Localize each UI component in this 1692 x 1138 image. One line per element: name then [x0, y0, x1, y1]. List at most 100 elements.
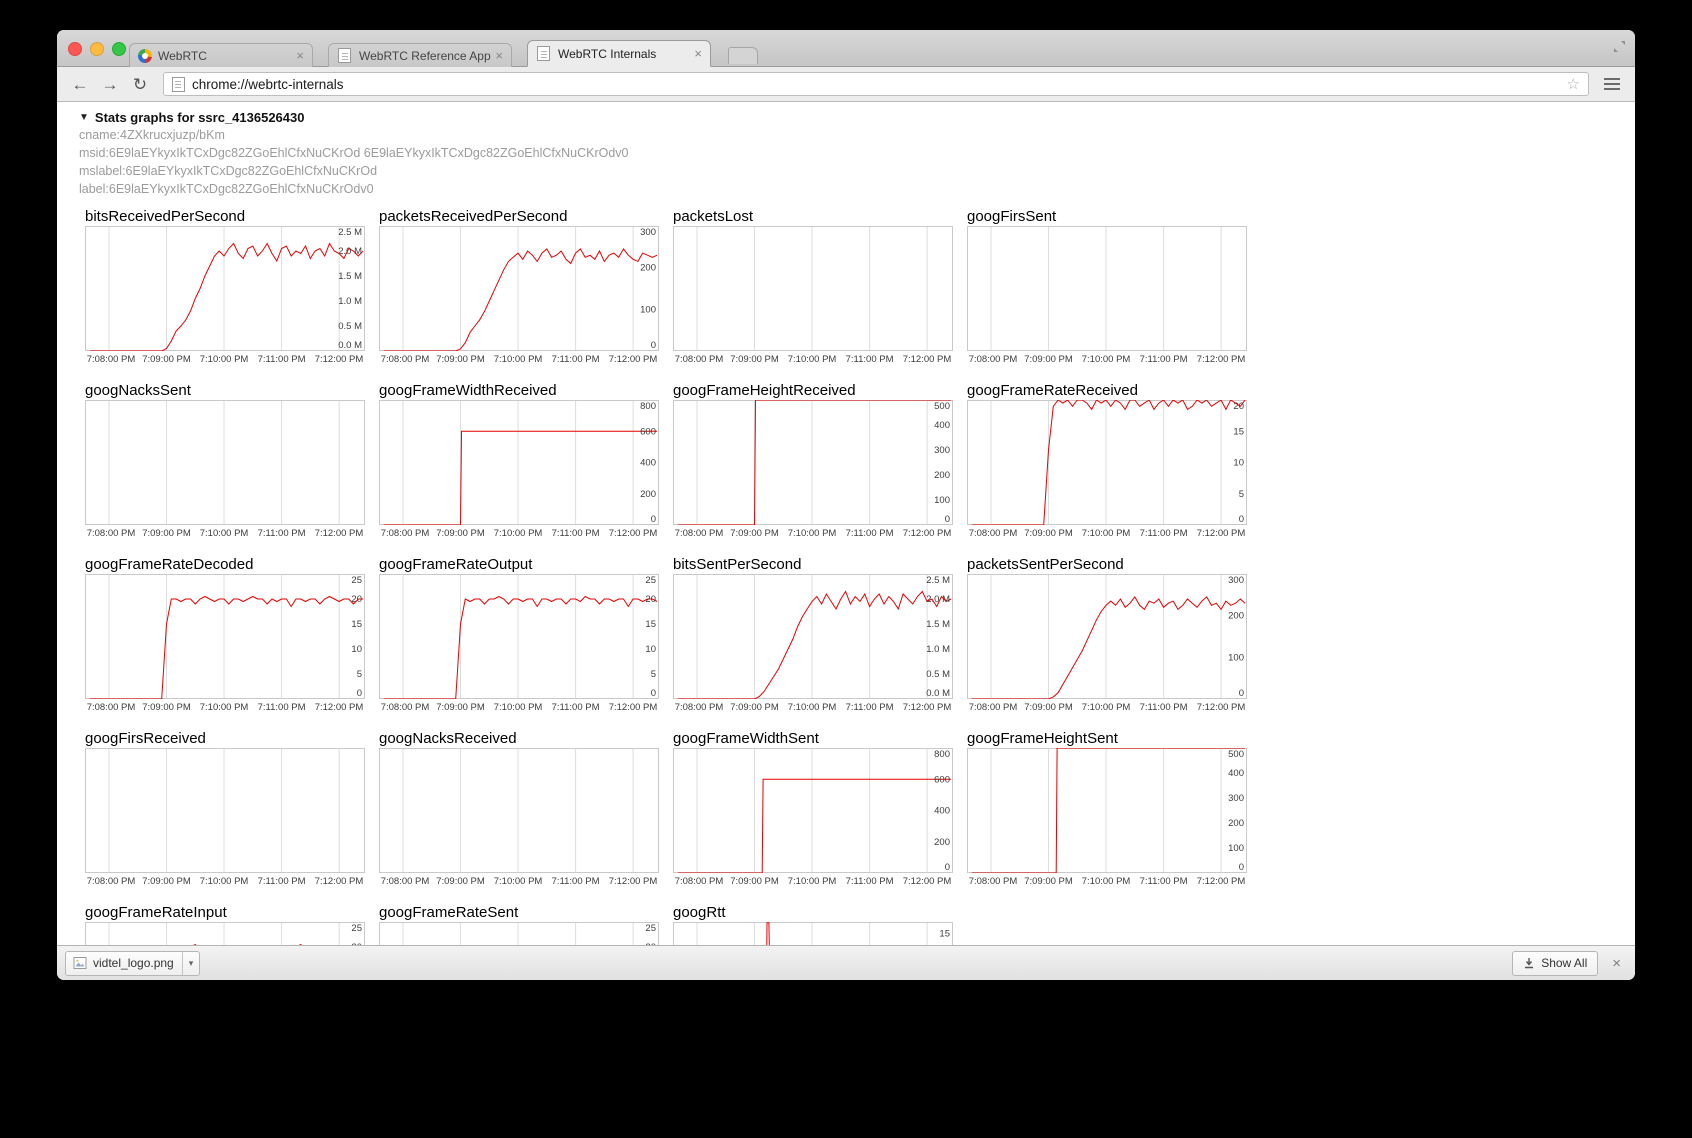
svg-text:0.5 M: 0.5 M [338, 321, 362, 332]
svg-text:7:11:00 PM: 7:11:00 PM [1140, 876, 1188, 887]
svg-text:7:10:00 PM: 7:10:00 PM [1082, 354, 1131, 365]
svg-text:7:10:00 PM: 7:10:00 PM [788, 528, 837, 539]
svg-text:7:10:00 PM: 7:10:00 PM [1082, 876, 1131, 887]
tab-webrtc-internals[interactable]: WebRTC Internals × [527, 40, 711, 67]
forward-button[interactable]: → [97, 76, 123, 93]
new-tab-button[interactable] [728, 47, 758, 64]
svg-text:0.0 M: 0.0 M [338, 340, 362, 351]
svg-text:7:10:00 PM: 7:10:00 PM [1082, 702, 1131, 713]
svg-text:7:09:00 PM: 7:09:00 PM [1024, 528, 1073, 539]
download-bar-close-icon[interactable]: × [1612, 956, 1621, 971]
svg-text:7:09:00 PM: 7:09:00 PM [730, 876, 779, 887]
close-window-button[interactable] [68, 42, 82, 56]
address-bar[interactable]: chrome://webrtc-internals ☆ [163, 72, 1589, 96]
svg-text:7:08:00 PM: 7:08:00 PM [87, 528, 136, 539]
collapse-triangle-icon[interactable]: ▼ [79, 112, 89, 123]
svg-text:200: 200 [1228, 611, 1244, 622]
chart-googFirsReceived: googFirsReceived7:08:00 PM7:09:00 PM7:10… [85, 729, 379, 889]
chart-googFrameRateDecoded: googFrameRateDecoded7:08:00 PM7:09:00 PM… [85, 555, 379, 715]
svg-text:10: 10 [351, 644, 362, 655]
tab-close-icon[interactable]: × [296, 49, 304, 62]
page-favicon-icon [537, 46, 550, 61]
chart-googFirsSent: googFirsSent7:08:00 PM7:09:00 PM7:10:00 … [967, 207, 1261, 367]
chart-googNacksReceived: googNacksReceived7:08:00 PM7:09:00 PM7:1… [379, 729, 673, 889]
svg-text:0.5 M: 0.5 M [926, 669, 950, 680]
svg-text:300: 300 [640, 227, 656, 238]
chart-googNacksSent: googNacksSent7:08:00 PM7:09:00 PM7:10:00… [85, 381, 379, 541]
svg-text:7:12:00 PM: 7:12:00 PM [315, 702, 364, 713]
chart-title: googFrameWidthSent [673, 729, 967, 748]
chart-packetsSentPerSecond: packetsSentPerSecond7:08:00 PM7:09:00 PM… [967, 555, 1261, 715]
svg-text:200: 200 [640, 263, 656, 274]
svg-text:100: 100 [934, 495, 950, 506]
tab-strip: WebRTC × WebRTC Reference App × WebRTC I… [57, 30, 1635, 67]
svg-text:300: 300 [1228, 793, 1244, 804]
navigation-toolbar: ← → ↻ chrome://webrtc-internals ☆ [57, 67, 1635, 102]
back-button[interactable]: ← [67, 76, 93, 93]
bookmark-star-icon[interactable]: ☆ [1567, 75, 1580, 93]
svg-text:20: 20 [351, 594, 362, 605]
svg-text:20: 20 [645, 594, 656, 605]
svg-text:1.5 M: 1.5 M [926, 619, 950, 630]
svg-text:15: 15 [645, 619, 656, 630]
chart-googRtt: googRtt7:08:00 PM7:09:00 PM7:10:00 PM7:1… [673, 903, 967, 945]
reload-button[interactable]: ↻ [127, 76, 153, 93]
zoom-window-button[interactable] [112, 42, 126, 56]
svg-text:7:12:00 PM: 7:12:00 PM [315, 876, 364, 887]
svg-text:7:11:00 PM: 7:11:00 PM [258, 702, 306, 713]
svg-text:7:09:00 PM: 7:09:00 PM [142, 876, 191, 887]
svg-text:7:09:00 PM: 7:09:00 PM [730, 528, 779, 539]
svg-text:0: 0 [651, 688, 656, 699]
meta-mslabel: mslabel:6E9laEYkyxIkTCxDgc82ZGoEhlCfxNuC… [79, 163, 1635, 179]
svg-text:100: 100 [640, 304, 656, 315]
minimize-window-button[interactable] [90, 42, 104, 56]
meta-cname: cname:4ZXkrucxjuzp/bKm [79, 127, 1635, 143]
svg-text:25: 25 [351, 923, 362, 934]
svg-text:400: 400 [640, 458, 656, 469]
download-item[interactable]: vidtel_logo.png ▾ [65, 951, 200, 976]
svg-text:7:08:00 PM: 7:08:00 PM [675, 876, 724, 887]
svg-text:400: 400 [934, 420, 950, 431]
page-content: ▼ Stats graphs for ssrc_4136526430 cname… [57, 102, 1635, 945]
svg-text:7:12:00 PM: 7:12:00 PM [315, 354, 364, 365]
chart-packetsReceivedPerSecond: packetsReceivedPerSecond7:08:00 PM7:09:0… [379, 207, 673, 367]
chrome-menu-button[interactable] [1599, 74, 1625, 94]
meta-msid: msid:6E9laEYkyxIkTCxDgc82ZGoEhlCfxNuCKrO… [79, 145, 1635, 161]
svg-text:7:11:00 PM: 7:11:00 PM [552, 876, 600, 887]
tab-webrtc-reference-app[interactable]: WebRTC Reference App × [328, 43, 512, 67]
download-arrow-icon [1523, 957, 1535, 969]
svg-text:7:09:00 PM: 7:09:00 PM [436, 876, 485, 887]
svg-text:7:08:00 PM: 7:08:00 PM [675, 354, 724, 365]
svg-text:7:09:00 PM: 7:09:00 PM [142, 354, 191, 365]
svg-text:7:10:00 PM: 7:10:00 PM [200, 702, 249, 713]
chart-googFrameHeightReceived: googFrameHeightReceived7:08:00 PM7:09:00… [673, 381, 967, 541]
tab-close-icon[interactable]: × [694, 47, 702, 60]
svg-text:600: 600 [640, 426, 656, 437]
svg-text:7:11:00 PM: 7:11:00 PM [846, 528, 894, 539]
chart-googFrameRateInput: googFrameRateInput7:08:00 PM7:09:00 PM7:… [85, 903, 379, 945]
show-all-button[interactable]: Show All [1512, 951, 1598, 976]
svg-text:7:11:00 PM: 7:11:00 PM [258, 528, 306, 539]
svg-text:0: 0 [651, 340, 656, 351]
svg-text:2.0 M: 2.0 M [338, 246, 362, 257]
tab-label: WebRTC Internals [558, 47, 690, 61]
download-caret-icon[interactable]: ▾ [182, 952, 200, 975]
tab-close-icon[interactable]: × [495, 49, 503, 62]
stats-title-text: Stats graphs for ssrc_4136526430 [95, 110, 305, 125]
fullscreen-icon[interactable] [1613, 40, 1626, 58]
svg-text:7:10:00 PM: 7:10:00 PM [494, 354, 543, 365]
svg-text:7:11:00 PM: 7:11:00 PM [846, 876, 894, 887]
chart-title: bitsReceivedPerSecond [85, 207, 379, 226]
chart-title: googFrameRateInput [85, 903, 379, 922]
svg-text:7:12:00 PM: 7:12:00 PM [1197, 876, 1246, 887]
chart-title: googFrameRateSent [379, 903, 673, 922]
svg-text:7:10:00 PM: 7:10:00 PM [788, 354, 837, 365]
svg-text:7:09:00 PM: 7:09:00 PM [436, 702, 485, 713]
tab-webrtc[interactable]: WebRTC × [129, 43, 313, 67]
svg-text:7:09:00 PM: 7:09:00 PM [1024, 354, 1073, 365]
chart-title: packetsSentPerSecond [967, 555, 1261, 574]
svg-text:7:10:00 PM: 7:10:00 PM [494, 702, 543, 713]
svg-text:0: 0 [945, 862, 950, 873]
svg-text:7:08:00 PM: 7:08:00 PM [969, 528, 1018, 539]
url-text[interactable]: chrome://webrtc-internals [192, 77, 1560, 92]
